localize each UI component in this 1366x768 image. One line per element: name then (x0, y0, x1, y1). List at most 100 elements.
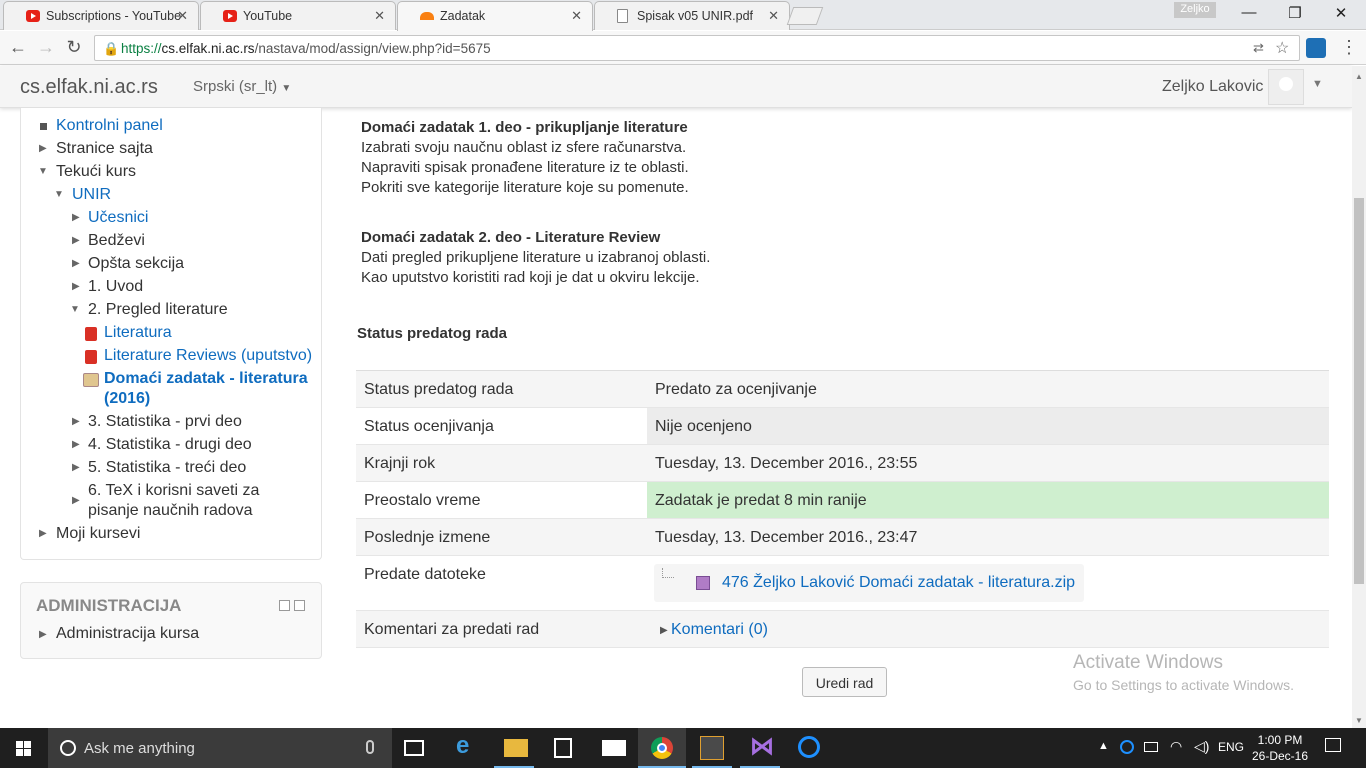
close-icon[interactable]: ✕ (768, 8, 779, 24)
scroll-down-icon[interactable]: ▼ (1355, 716, 1363, 725)
administration-title: ADMINISTRACIJA (36, 596, 182, 615)
nav-tex-line1[interactable]: 6. TeX i korisni saveti za (88, 481, 259, 501)
scroll-up-icon[interactable]: ▲ (1355, 72, 1363, 81)
part2-line: Kao uputstvo koristiti rad koji je dat u… (361, 269, 700, 286)
battery-icon[interactable] (1144, 742, 1158, 752)
url-text[interactable]: https://cs.elfak.ni.ac.rs/nastava/mod/as… (121, 41, 491, 56)
nav-bedzevi[interactable]: Bedževi (88, 231, 145, 251)
close-icon[interactable]: ✕ (374, 8, 385, 24)
nav-statistika-treci[interactable]: 5. Statistika - treći deo (88, 458, 246, 478)
tab-spisak-pdf[interactable]: Spisak v05 UNIR.pdf ✕ (594, 1, 790, 30)
extension-icon[interactable] (1306, 38, 1326, 58)
nav-pregled-literature[interactable]: 2. Pregled literature (88, 300, 228, 320)
cortana-search[interactable]: Ask me anything (48, 728, 392, 768)
expand-icon[interactable]: ▶ (72, 258, 80, 269)
mail-icon[interactable] (602, 740, 626, 756)
avatar[interactable] (1268, 69, 1304, 105)
nav-kontrolni-panel[interactable]: Kontrolni panel (56, 116, 163, 136)
start-button[interactable] (0, 728, 48, 768)
edge-icon[interactable]: e (456, 732, 480, 759)
nav-ucesnici[interactable]: Učesnici (88, 208, 148, 228)
translate-icon[interactable]: ⇄ (1253, 40, 1264, 56)
nav-statistika-prvi[interactable]: 3. Statistika - prvi deo (88, 412, 242, 432)
chevron-down-icon[interactable]: ▼ (1312, 78, 1323, 90)
nav-uvod[interactable]: 1. Uvod (88, 277, 143, 297)
action-center-icon[interactable] (1325, 738, 1341, 752)
tab-youtube[interactable]: YouTube ✕ (200, 1, 396, 30)
minimize-block-icon[interactable] (279, 600, 290, 611)
collapse-icon[interactable]: ▼ (38, 166, 48, 177)
nav-domaci-zadatak-year[interactable]: (2016) (104, 389, 150, 409)
nav-moji-kursevi[interactable]: Moji kursevi (56, 524, 140, 544)
volume-icon[interactable]: ◁) (1194, 738, 1209, 755)
nav-opsta-sekcija[interactable]: Opšta sekcija (88, 254, 184, 274)
clock[interactable]: 1:00 PM 26-Dec-16 (1250, 732, 1310, 764)
user-name[interactable]: Zeljko Lakovic (1162, 78, 1263, 96)
wifi-icon[interactable]: ◠ (1170, 738, 1182, 755)
table-row: Komentari za predati rad ▶ Komentari (0) (356, 611, 1329, 648)
scrollbar-thumb[interactable] (1354, 198, 1364, 584)
nav-literatura[interactable]: Literatura (104, 323, 172, 343)
nav-administracija-kursa[interactable]: Administracija kursa (56, 624, 199, 644)
nav-domaci-zadatak[interactable]: Domaći zadatak - literatura (104, 369, 308, 389)
expand-icon[interactable]: ▶ (39, 143, 47, 154)
restore-icon[interactable]: ❐ (1280, 4, 1310, 22)
task-view-icon[interactable] (404, 740, 424, 756)
dock-block-icon[interactable] (294, 600, 305, 611)
expand-icon[interactable]: ▶ (72, 212, 80, 223)
row-label: Preostalo vreme (364, 492, 481, 509)
file-explorer-icon[interactable] (504, 739, 528, 757)
expand-icon[interactable]: ▶ (72, 235, 80, 246)
collapse-icon[interactable]: ▼ (70, 304, 80, 315)
expand-icon[interactable]: ▶ (39, 528, 47, 539)
minimize-icon[interactable]: — (1234, 4, 1264, 21)
chevron-up-icon[interactable]: ▲ (1098, 740, 1109, 752)
language-indicator[interactable]: ENG (1218, 740, 1244, 754)
document-icon (617, 9, 628, 23)
nav-stranice-sajta[interactable]: Stranice sajta (56, 139, 153, 159)
expand-icon[interactable]: ▶ (72, 439, 80, 450)
expand-icon[interactable]: ▶ (39, 629, 47, 640)
app-icon[interactable] (798, 736, 820, 758)
collapse-icon[interactable]: ▼ (54, 189, 64, 200)
store-icon[interactable] (554, 738, 572, 758)
tab-zadatak[interactable]: Zadatak ✕ (397, 1, 593, 31)
close-icon[interactable]: ✕ (177, 8, 188, 24)
tray-app-icon[interactable] (1120, 740, 1134, 754)
expand-icon[interactable]: ▶ (72, 416, 80, 427)
chrome-menu-icon[interactable]: ⋮ (1340, 37, 1358, 58)
microphone-icon[interactable] (366, 740, 374, 754)
bookmark-star-icon[interactable]: ☆ (1275, 38, 1289, 58)
pdf-icon (85, 350, 97, 364)
nav-tekuci-kurs[interactable]: Tekući kurs (56, 162, 136, 182)
expand-icon[interactable]: ▶ (72, 281, 80, 292)
back-icon[interactable]: ← (6, 37, 30, 58)
profile-chip[interactable]: Zeljko (1174, 2, 1216, 18)
comments-link[interactable]: Komentari (0) (671, 621, 768, 639)
close-window-icon[interactable]: ✕ (1326, 4, 1356, 22)
visual-studio-icon[interactable]: ⋈ (750, 732, 774, 760)
expand-icon[interactable]: ▶ (72, 462, 80, 473)
language-menu[interactable]: Srpski (sr_lt) ▼ (193, 78, 291, 95)
nav-literature-reviews[interactable]: Literature Reviews (uputstvo) (104, 346, 312, 366)
edit-submission-button[interactable]: Uredi rad (802, 667, 887, 697)
forward-icon[interactable]: → (34, 37, 58, 58)
nav-statistika-drugi[interactable]: 4. Statistika - drugi deo (88, 435, 252, 455)
tab-subscriptions-youtube[interactable]: Subscriptions - YouTube ✕ (3, 1, 199, 30)
nav-unir[interactable]: UNIR (72, 185, 111, 205)
close-icon[interactable]: ✕ (571, 8, 582, 24)
tree-connector (662, 568, 674, 578)
submitted-file-link[interactable]: 476 Željko Laković Domaći zadatak - lite… (722, 574, 1075, 592)
assignment-icon (83, 373, 99, 387)
reload-icon[interactable]: ↻ (62, 37, 86, 58)
row-value: Tuesday, 13. December 2016., 23:47 (655, 529, 918, 546)
page-scrollbar[interactable]: ▲ ▼ (1352, 66, 1366, 728)
nav-tex-line2[interactable]: pisanje naučnih radova (88, 501, 253, 521)
new-tab-button[interactable] (786, 7, 824, 25)
sublime-text-icon[interactable] (700, 736, 724, 760)
address-bar[interactable]: 🔒 https://cs.elfak.ni.ac.rs/nastava/mod/… (94, 35, 1300, 61)
expand-icon[interactable]: ▶ (660, 625, 668, 636)
site-brand[interactable]: cs.elfak.ni.ac.rs (20, 76, 158, 99)
chrome-taskbar-active[interactable] (638, 728, 686, 768)
expand-icon[interactable]: ▶ (72, 495, 80, 506)
